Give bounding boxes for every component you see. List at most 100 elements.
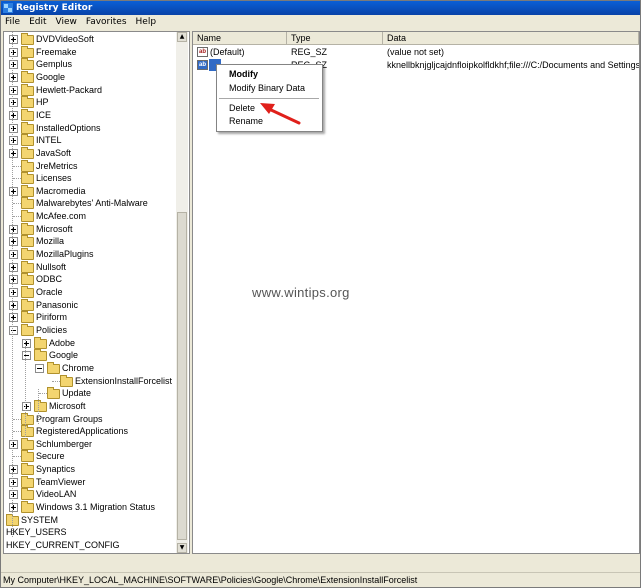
tree-item[interactable]: JavaSoft (4, 147, 176, 160)
tree-item[interactable]: SYSTEM (4, 514, 176, 527)
registry-key-tree[interactable]: HKEY_CURRENT_CONFIG HKEY_USERS SYSTEM Windo… (3, 31, 190, 554)
tree-item[interactable]: Schlumberger (4, 438, 176, 451)
menu-item-delete[interactable]: Delete (229, 102, 255, 114)
expand-plus-icon[interactable] (9, 313, 18, 322)
tree-item[interactable]: Nullsoft (4, 261, 176, 274)
tree-item[interactable]: INTEL (4, 134, 176, 147)
expand-plus-icon[interactable] (9, 98, 18, 107)
tree-item[interactable]: MozillaPlugins (4, 248, 176, 261)
tree-item[interactable]: Freemake (4, 46, 176, 59)
expand-plus-icon[interactable] (9, 275, 18, 284)
tree-item[interactable]: Windows 3.1 Migration Status (4, 501, 176, 514)
tree-item-label: Program Groups (36, 414, 103, 424)
tree-item[interactable]: RegisteredApplications (4, 425, 176, 438)
menu-favorites[interactable]: Favorites (82, 15, 132, 30)
expand-plus-icon[interactable] (9, 136, 18, 145)
tree-item[interactable]: Microsoft (4, 223, 176, 236)
tree-item[interactable]: InstalledOptions (4, 122, 176, 135)
tree-item[interactable]: HKEY_USERS (4, 526, 176, 539)
tree-item[interactable]: Secure (4, 450, 176, 463)
tree-item[interactable]: TeamViewer (4, 476, 176, 489)
menu-view[interactable]: View (52, 15, 82, 30)
expand-plus-icon[interactable] (9, 124, 18, 133)
menu-item-modify[interactable]: Modify (229, 68, 258, 80)
folder-icon (21, 501, 34, 513)
menu-item-rename[interactable]: Rename (229, 115, 263, 127)
registry-editor-window: Registry Editor File Edit View Favorites Hel… (0, 0, 641, 588)
expand-plus-icon[interactable] (9, 187, 18, 196)
expand-plus-icon[interactable] (9, 301, 18, 310)
tree-item[interactable]: Hewlett-Packard (4, 84, 176, 97)
tree-item[interactable]: Update (4, 387, 176, 400)
expand-plus-icon[interactable] (9, 60, 18, 69)
tree-item[interactable]: HKEY_CURRENT_CONFIG (4, 539, 176, 552)
scroll-up-arrow-icon[interactable]: ▲ (177, 32, 187, 42)
expand-plus-icon[interactable] (22, 402, 31, 411)
tree-item[interactable]: Google (4, 349, 176, 362)
expand-plus-icon[interactable] (9, 86, 18, 95)
tree-item-label: Licenses (36, 173, 72, 183)
column-header-type[interactable]: Type (287, 32, 383, 45)
expand-plus-icon[interactable] (9, 465, 18, 474)
tree-item[interactable]: McAfee.com (4, 210, 176, 223)
expand-plus-icon[interactable] (9, 490, 18, 499)
expand-plus-icon[interactable] (9, 111, 18, 120)
tree-item[interactable]: Chrome (4, 362, 176, 375)
expand-plus-icon[interactable] (9, 478, 18, 487)
expand-plus-icon[interactable] (9, 73, 18, 82)
menu-file[interactable]: File (1, 15, 25, 30)
tree-item[interactable]: Panasonic (4, 299, 176, 312)
tree-item[interactable]: Mozilla (4, 235, 176, 248)
tree-item[interactable]: Macromedia (4, 185, 176, 198)
tree-item[interactable]: VideoLAN (4, 488, 176, 501)
expand-plus-icon[interactable] (9, 35, 18, 44)
expand-plus-icon[interactable] (9, 149, 18, 158)
tree-item[interactable]: Policies (4, 324, 176, 337)
value-row-default[interactable]: ab (Default) REG_SZ (value not set) (193, 46, 639, 59)
expand-plus-icon[interactable] (9, 288, 18, 297)
tree-item-label: Adobe (49, 338, 76, 348)
tree-vertical-scrollbar[interactable]: ▲ ▼ (176, 32, 188, 553)
tree-item[interactable]: Licenses (4, 172, 176, 185)
scroll-down-arrow-icon[interactable]: ▼ (177, 543, 187, 553)
folder-icon (21, 172, 34, 184)
folder-icon (21, 299, 34, 311)
tree-item[interactable]: DVDVideoSoft (4, 33, 176, 46)
tree-item-label: RegisteredApplications (36, 426, 129, 436)
tree-item[interactable]: Piriform (4, 311, 176, 324)
menu-item-modify-binary-data[interactable]: Modify Binary Data (229, 82, 305, 94)
tree-item[interactable]: Malwarebytes' Anti-Malware (4, 197, 176, 210)
tree-item[interactable]: Oracle (4, 286, 176, 299)
tree-item[interactable]: Synaptics (4, 463, 176, 476)
tree-item[interactable]: JreMetrics (4, 160, 176, 173)
column-header-name[interactable]: Name (193, 32, 287, 45)
tree-item[interactable]: ICE (4, 109, 176, 122)
expand-plus-icon[interactable] (22, 339, 31, 348)
tree-item[interactable]: Gemplus (4, 58, 176, 71)
menu-help[interactable]: Help (132, 15, 162, 30)
collapse-minus-icon[interactable] (22, 351, 31, 360)
expand-plus-icon[interactable] (9, 263, 18, 272)
title-bar[interactable]: Registry Editor (1, 1, 640, 15)
expand-plus-icon[interactable] (9, 440, 18, 449)
tree-item[interactable]: Program Groups (4, 413, 176, 426)
expand-plus-icon[interactable] (9, 237, 18, 246)
column-header-data[interactable]: Data (383, 32, 639, 45)
tree-item[interactable]: Microsoft (4, 400, 176, 413)
tree-item[interactable]: HP (4, 96, 176, 109)
tree-item[interactable]: ODBC (4, 273, 176, 286)
expand-plus-icon[interactable] (9, 48, 18, 57)
collapse-minus-icon[interactable] (35, 364, 44, 373)
tree-scroll-thumb[interactable] (177, 212, 187, 540)
expand-plus-icon[interactable] (9, 225, 18, 234)
collapse-minus-icon[interactable] (9, 326, 18, 335)
tree-connector-line (13, 419, 21, 420)
folder-icon (47, 387, 60, 399)
tree-item[interactable]: ExtensionInstallForcelist (4, 375, 176, 388)
tree-item[interactable]: Google (4, 71, 176, 84)
menu-edit[interactable]: Edit (25, 15, 51, 30)
expand-plus-icon[interactable] (9, 503, 18, 512)
tree-item[interactable]: Adobe (4, 337, 176, 350)
folder-icon (21, 223, 34, 235)
expand-plus-icon[interactable] (9, 250, 18, 259)
